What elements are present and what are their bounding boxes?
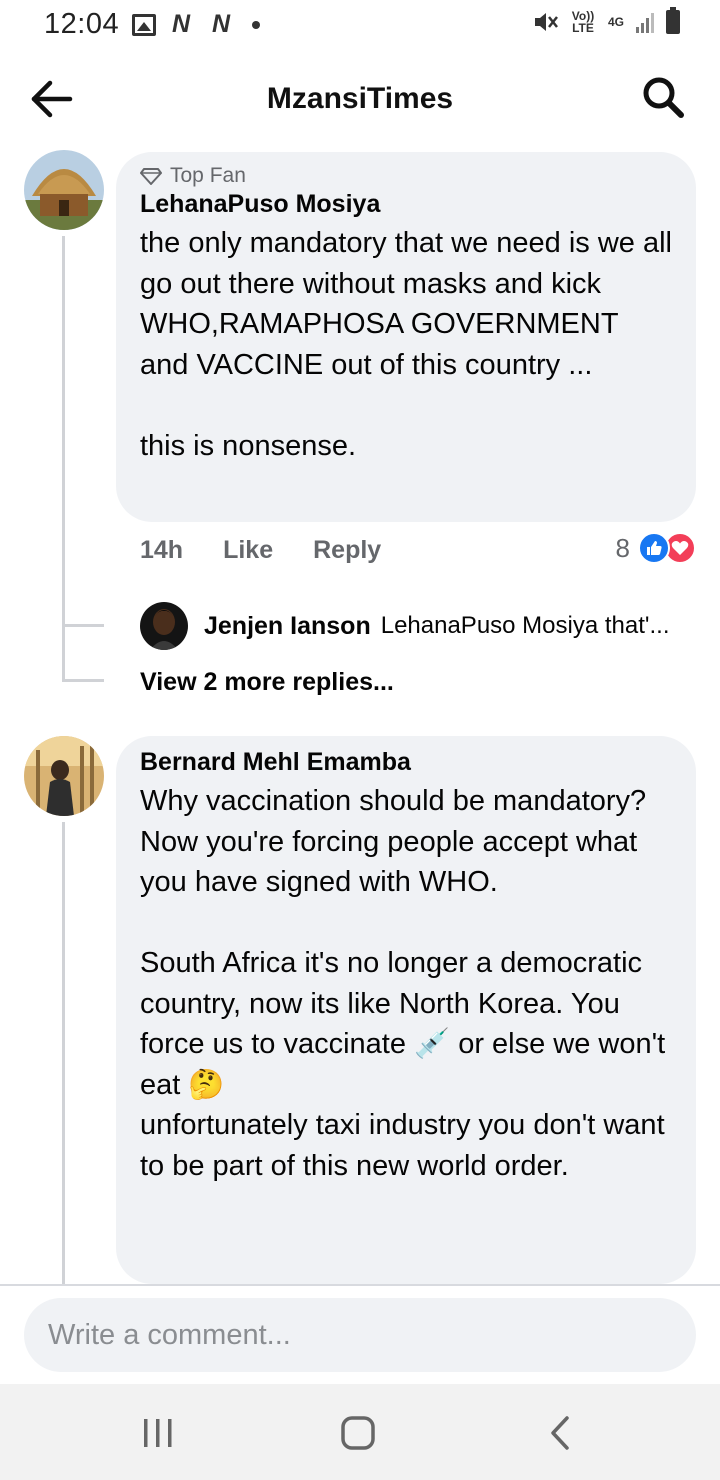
search-icon <box>643 77 684 118</box>
comment-bubble[interactable]: Top Fan LehanaPuso Mosiya the only manda… <box>116 152 696 522</box>
comment-text-part: Why vaccination should be mandatory? Now… <box>140 785 647 1060</box>
comment-text: Why vaccination should be mandatory? Now… <box>140 781 672 1186</box>
reactions-summary[interactable]: 8 <box>616 532 696 564</box>
comment-input[interactable] <box>24 1298 696 1372</box>
avatar[interactable] <box>140 602 188 650</box>
reply-preview-text: LehanaPuso Mosiya that'... <box>380 612 670 639</box>
badge-label: Top Fan <box>170 164 246 187</box>
volte-icon: Vo)) LTE <box>571 9 595 35</box>
thread-line <box>62 624 104 627</box>
avatar[interactable] <box>24 150 104 230</box>
reply-author[interactable]: Jenjen Ianson <box>204 612 371 641</box>
chevron-left-icon <box>551 1416 569 1450</box>
person-photo-avatar <box>140 602 188 650</box>
notification-n-icon: N <box>211 10 231 38</box>
system-navigation-bar <box>0 1384 720 1480</box>
status-bar: 12:04 N N Vo)) LTE 4G <box>0 0 720 50</box>
reaction-count: 8 <box>615 532 630 563</box>
network-type-icon: 4G <box>607 15 624 29</box>
signal-icon <box>636 11 654 33</box>
recent-apps-button[interactable] <box>128 1408 188 1458</box>
mute-icon <box>534 13 558 31</box>
hut-photo-avatar <box>24 150 104 230</box>
syringe-emoji: 💉 <box>414 1028 451 1060</box>
home-icon <box>341 1416 375 1450</box>
avatar[interactable] <box>24 736 104 816</box>
recent-apps-icon <box>144 1419 172 1447</box>
comment-author[interactable]: Bernard Mehl Emamba <box>140 748 672 777</box>
thread-line <box>62 236 65 682</box>
search-button[interactable] <box>640 74 692 126</box>
page-title: MzansiTimes <box>266 82 454 115</box>
like-reaction-icon <box>638 532 670 564</box>
comment-author[interactable]: LehanaPuso Mosiya <box>140 190 672 219</box>
more-notifications-dot-icon <box>252 20 260 29</box>
reply-button[interactable]: Reply <box>313 536 381 565</box>
comment-text-part: unfortunately taxi industry you don't wa… <box>140 1109 665 1182</box>
like-button[interactable]: Like <box>223 536 273 565</box>
status-time: 12:04 <box>44 8 120 40</box>
status-notification-icons: N N <box>132 10 260 39</box>
home-button[interactable] <box>328 1408 388 1458</box>
comment-text: the only mandatory that we need is we al… <box>140 227 672 462</box>
diamond-icon <box>140 168 162 185</box>
person-photo-avatar <box>24 736 104 816</box>
comments-list[interactable]: Top Fan LehanaPuso Mosiya the only manda… <box>0 148 720 1284</box>
notification-n-icon: N <box>171 10 191 38</box>
reply-preview[interactable]: Jenjen Ianson LehanaPuso Mosiya that'... <box>140 602 687 650</box>
thread-line <box>62 822 65 1284</box>
thinking-face-emoji: 🤔 <box>188 1068 225 1101</box>
comment-timestamp[interactable]: 14h <box>140 536 183 565</box>
comment-actions: 14h Like Reply <box>140 536 421 565</box>
app-header: MzansiTimes <box>0 52 720 148</box>
comment-composer <box>0 1284 720 1384</box>
thread-line <box>62 679 104 682</box>
top-fan-badge: Top Fan <box>140 164 672 188</box>
battery-icon <box>666 7 680 34</box>
gallery-icon <box>132 13 156 36</box>
back-nav-button[interactable] <box>530 1408 590 1458</box>
view-more-replies-link[interactable]: View 2 more replies... <box>140 668 394 697</box>
comment-bubble[interactable]: Bernard Mehl Emamba Why vaccination shou… <box>116 736 696 1284</box>
status-system-icons: Vo)) LTE 4G <box>532 7 680 35</box>
